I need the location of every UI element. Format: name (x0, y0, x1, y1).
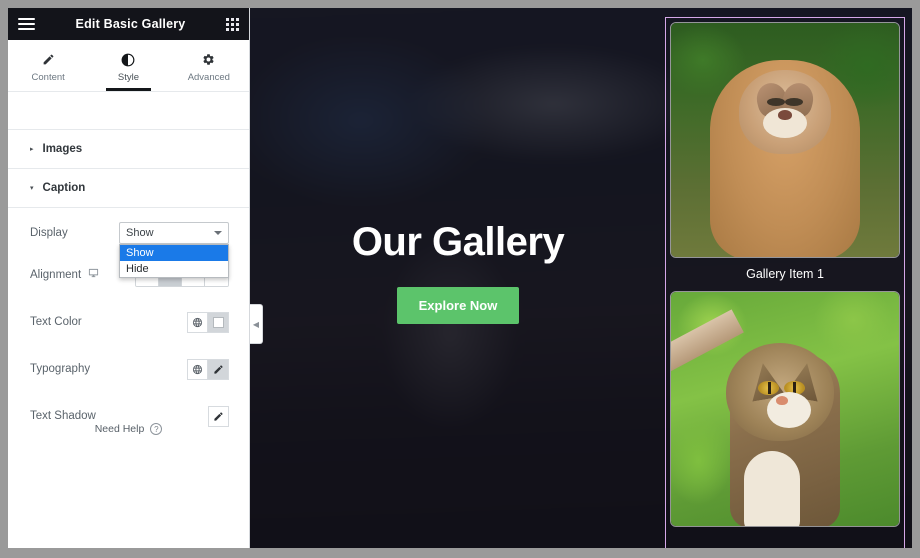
chevron-down-icon: ▾ (30, 184, 34, 192)
panel-collapse-handle[interactable]: ◀ (250, 304, 263, 344)
section-images-label: Images (42, 143, 83, 155)
cougar-photo (671, 23, 899, 257)
gallery-caption-1: Gallery Item 1 (746, 267, 824, 281)
gallery-item-1[interactable]: Gallery Item 1 (670, 22, 900, 291)
question-circle-icon: ? (150, 423, 163, 435)
hero-title: Our Gallery (351, 220, 565, 264)
hero-section: Our Gallery Explore Now (250, 8, 666, 548)
typography-edit-button[interactable] (208, 358, 229, 380)
hamburger-icon[interactable] (18, 18, 35, 30)
window-frame-top (0, 0, 920, 8)
need-help-label: Need Help (94, 423, 145, 435)
text-color-swatch[interactable] (208, 311, 229, 333)
panel-spacer (8, 92, 249, 130)
section-images[interactable]: ▸ Images (8, 130, 249, 169)
tabby-cat-photo (671, 292, 899, 526)
page-canvas: Our Gallery Explore Now Gallery Item 1 (250, 8, 912, 548)
display-option-show[interactable]: Show (120, 245, 228, 261)
tab-content[interactable]: Content (8, 40, 88, 91)
globe-icon[interactable] (187, 358, 208, 380)
panel-title: Edit Basic Gallery (75, 17, 186, 31)
row-display: Display Show Show Hide (8, 216, 249, 278)
gear-icon (202, 53, 215, 67)
tab-advanced-label: Advanced (187, 71, 230, 83)
need-help-link[interactable]: Need Help ? (8, 423, 249, 435)
pencil-icon (42, 53, 55, 67)
display-select-value: Show (126, 227, 154, 239)
panel-header: Edit Basic Gallery (8, 8, 249, 40)
pencil-edit-icon (214, 411, 223, 421)
section-caption-label: Caption (42, 182, 86, 194)
globe-icon[interactable] (187, 311, 208, 333)
alignment-label-text: Alignment (30, 269, 82, 281)
window-frame-bottom (0, 548, 920, 558)
text-shadow-label: Text Shadow (30, 410, 96, 422)
editor-panel: Edit Basic Gallery Content Style Advance… (8, 8, 250, 548)
tab-style-label: Style (117, 71, 140, 83)
contrast-icon (121, 53, 135, 67)
display-option-hide[interactable]: Hide (120, 261, 228, 277)
display-select[interactable]: Show (119, 222, 229, 244)
chevron-left-icon: ◀ (252, 319, 260, 329)
gallery-widget[interactable]: Gallery Item 1 (665, 17, 905, 548)
display-label: Display (30, 227, 68, 239)
tab-content-label: Content (31, 71, 65, 83)
caption-controls: Display Show Show Hide Alignment Text Co… (8, 216, 249, 433)
row-text-color: Text Color (8, 305, 249, 339)
desktop-monitor-icon[interactable] (88, 268, 99, 282)
row-typography: Typography (8, 352, 249, 386)
gallery-image-1[interactable] (670, 22, 900, 258)
typography-label: Typography (30, 363, 91, 375)
explore-now-button[interactable]: Explore Now (396, 287, 520, 324)
window-frame-left (0, 0, 8, 558)
window-frame-right (912, 0, 920, 558)
browser-window: Our Gallery Explore Now Gallery Item 1 E… (0, 0, 920, 558)
pencil-edit-icon (213, 364, 223, 374)
chevron-down-icon (214, 231, 222, 235)
gallery-item-2[interactable] (670, 291, 900, 527)
editor-viewport: Our Gallery Explore Now Gallery Item 1 E… (8, 8, 912, 548)
tab-advanced[interactable]: Advanced (169, 40, 249, 91)
section-caption[interactable]: ▾ Caption (8, 169, 249, 208)
panel-tabs: Content Style Advanced (8, 40, 249, 92)
gallery-image-2[interactable] (670, 291, 900, 527)
tab-style[interactable]: Style (88, 40, 168, 91)
display-select-menu[interactable]: Show Hide (119, 244, 229, 278)
chevron-right-icon: ▸ (30, 145, 34, 153)
grid-apps-icon[interactable] (226, 17, 239, 31)
text-color-label: Text Color (30, 316, 82, 328)
